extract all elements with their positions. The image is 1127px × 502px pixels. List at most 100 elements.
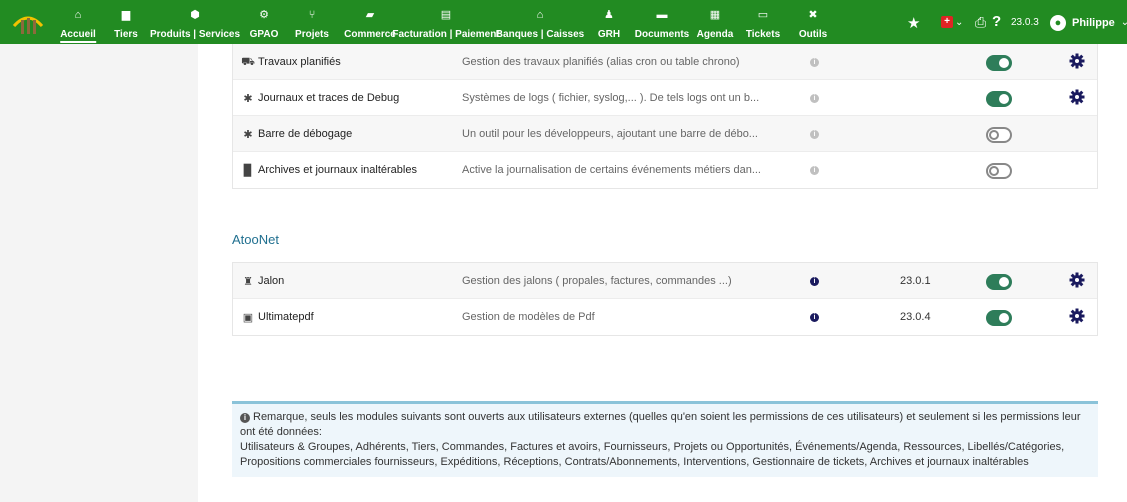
building-icon: ▆ [121, 9, 131, 21]
section-title-atoonet: AtooNet [232, 232, 279, 247]
nav-item-gpao[interactable]: ⚙ GPAO [250, 0, 279, 44]
nav-item-label: Projets [295, 29, 329, 40]
version-label: 23.0.3 [1011, 17, 1039, 28]
info-icon: i [240, 413, 250, 423]
module-toggle-on[interactable] [986, 55, 1012, 71]
module-name: Journaux et traces de Debug [258, 92, 400, 104]
module-description: Active la journalisation de certains évé… [462, 164, 761, 176]
user-icon: ● [1050, 14, 1066, 31]
nav-item-tickets[interactable]: ▭ Tickets [746, 0, 780, 44]
help-icon[interactable]: ? [992, 13, 1001, 30]
invoice-icon: ▤ [440, 9, 452, 21]
sitemap-icon: ⑂ [308, 9, 316, 21]
pdf-icon: ▣ [242, 312, 254, 324]
module-row: ♜ Jalon Gestion des jalons ( propales, fac… [233, 263, 1097, 299]
module-name: Travaux planifiés [258, 56, 341, 68]
module-row: ✱ Journaux et traces de Debug Systèmes de … [233, 80, 1097, 116]
user-menu[interactable]: ● Philippe ⌄ [1046, 13, 1127, 32]
note-text: Remarque, seuls les modules suivants son… [240, 411, 1081, 438]
bug-icon: ✱ [243, 129, 253, 141]
module-name: Jalon [258, 275, 285, 287]
home-icon: ⌂ [74, 9, 82, 21]
nav-item-facturation-paiement[interactable]: ▤ Facturation | Paiement [392, 0, 499, 44]
cogs-icon: ⚙ [259, 9, 269, 21]
modules-table-core: ⛟ Travaux planifiés Gestion des travaux pl… [232, 44, 1098, 189]
suitcase-icon: ▰ [365, 9, 375, 21]
chevron-down-icon: ⌄ [1120, 17, 1127, 28]
nav-item-label: Commerce [344, 29, 396, 40]
info-icon[interactable]: i [810, 58, 819, 67]
module-row: ▉ Archives et journaux inaltérables Active… [233, 152, 1097, 188]
settings-gear-icon[interactable] [1069, 308, 1085, 324]
nav-item-label: Banques | Caisses [495, 29, 585, 40]
nav-item-produits-services[interactable]: ⬢ Produits | Services [150, 0, 240, 44]
nav-item-documents[interactable]: ▬ Documents [635, 0, 689, 44]
note-module-list: Utilisateurs & Groupes, Adhérents, Tiers… [240, 441, 1065, 468]
tasks-icon: ⛟ [241, 56, 255, 68]
nav-item-label: Agenda [696, 29, 734, 40]
company-logo-icon[interactable] [12, 8, 44, 36]
module-name: Archives et journaux inaltérables [258, 164, 417, 176]
nav-item-grh[interactable]: ♟ GRH [598, 0, 620, 44]
calendar-icon: ▦ [709, 9, 721, 21]
cube-icon: ⬢ [190, 9, 200, 21]
file-icon: ▉ [243, 165, 253, 177]
module-row: ⛟ Travaux planifiés Gestion des travaux pl… [233, 44, 1097, 80]
nav-item-label: Facturation | Paiement [392, 29, 500, 40]
nav-item-commerce[interactable]: ▰ Commerce [344, 0, 396, 44]
folder-icon: ▬ [656, 9, 668, 21]
nav-item-tiers[interactable]: ▆ Tiers [114, 0, 138, 44]
nav-item-projets[interactable]: ⑂ Projets [295, 0, 329, 44]
ticket-icon: ▭ [757, 9, 769, 21]
settings-gear-icon[interactable] [1069, 89, 1085, 105]
user-tie-icon: ♟ [604, 9, 614, 21]
module-toggle-on[interactable] [986, 274, 1012, 290]
info-icon[interactable]: i [810, 94, 819, 103]
module-toggle-off[interactable] [986, 127, 1012, 143]
nav-item-label: Tickets [745, 29, 781, 40]
module-description: Systèmes de logs ( fichier, syslog,... )… [462, 92, 760, 104]
module-row: ▣ Ultimatepdf Gestion de modèles de Pdf i 23… [233, 299, 1097, 335]
chevron-down-icon[interactable]: ⌄ [955, 17, 963, 28]
nav-item-banques-caisses[interactable]: ⌂ Banques | Caisses [496, 0, 584, 44]
user-name: Philippe [1072, 16, 1115, 29]
module-name: Barre de débogage [258, 128, 353, 140]
nav-item-accueil[interactable]: ⌂ Accueil [60, 0, 96, 44]
settings-gear-icon[interactable] [1069, 272, 1085, 288]
module-toggle-on[interactable] [986, 91, 1012, 107]
bookmark-star-icon[interactable]: ★ [907, 14, 920, 32]
bank-icon: ⌂ [536, 9, 544, 21]
printer-icon[interactable]: ⎙ [975, 14, 986, 31]
info-icon[interactable]: i [810, 166, 819, 175]
nav-item-label: Tiers [114, 29, 138, 40]
info-icon[interactable]: i [810, 130, 819, 139]
nav-item-label: Produits | Services [149, 29, 241, 40]
nav-item-label: GRH [597, 29, 621, 40]
nav-item-outils[interactable]: ✖ Outils [799, 0, 827, 44]
module-toggle-off[interactable] [986, 163, 1012, 179]
top-navbar: ⌂ Accueil ▆ Tiers ⬢ Produits | Services ⚙ GPAO ⑂… [0, 0, 1127, 44]
milestone-icon: ♜ [243, 276, 253, 288]
nav-item-label: GPAO [249, 29, 279, 40]
info-icon[interactable]: i [810, 277, 819, 286]
nav-item-label: Accueil [60, 29, 96, 43]
info-icon[interactable]: i [810, 313, 819, 322]
module-description: Gestion de modèles de Pdf [462, 311, 595, 323]
module-description: Gestion des travaux planifiés (alias cro… [462, 56, 740, 68]
module-name: Ultimatepdf [258, 311, 314, 323]
module-version: 23.0.1 [900, 275, 931, 287]
nav-item-agenda[interactable]: ▦ Agenda [697, 0, 734, 44]
module-toggle-on[interactable] [986, 310, 1012, 326]
tools-icon: ✖ [808, 9, 818, 21]
module-description: Gestion des jalons ( propales, factures,… [462, 275, 732, 287]
external-users-note: i Remarque, seuls les modules suivants so… [232, 401, 1098, 477]
module-version: 23.0.4 [900, 311, 931, 323]
left-sidebar [0, 44, 198, 502]
modules-table-atoonet: ♜ Jalon Gestion des jalons ( propales, fac… [232, 262, 1098, 336]
bug-icon: ✱ [243, 93, 253, 105]
module-description: Un outil pour les développeurs, ajoutant… [462, 128, 758, 140]
settings-gear-icon[interactable] [1069, 53, 1085, 69]
module-row: ✱ Barre de débogage Un outil pour les déve… [233, 116, 1097, 152]
flag-icon[interactable]: + [941, 16, 953, 28]
nav-item-label: Documents [634, 29, 690, 40]
